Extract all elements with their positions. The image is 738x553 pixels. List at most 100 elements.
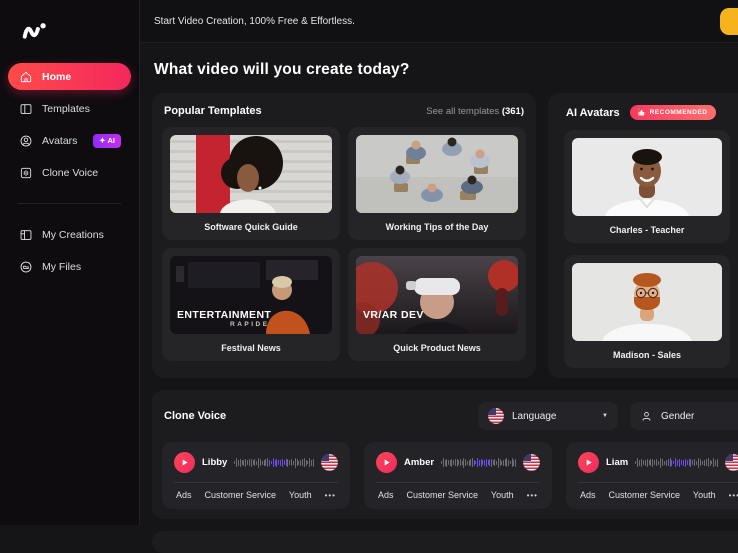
- recommended-badge: RECOMMENDED: [630, 105, 717, 120]
- popular-templates-panel: Popular Templates See all templates (361…: [152, 93, 536, 378]
- app-logo-icon: [0, 12, 139, 63]
- sidebar-item-label: My Creations: [42, 229, 104, 241]
- next-section-edge: [152, 531, 738, 553]
- voice-filters: Language ▼ Gender: [478, 402, 738, 430]
- voice-name: Amber: [404, 457, 434, 468]
- my-files-icon: [18, 259, 33, 274]
- play-button[interactable]: [376, 452, 397, 473]
- more-tags-button[interactable]: •••: [729, 491, 738, 500]
- template-card[interactable]: Working Tips of the Day: [348, 127, 526, 240]
- templates-icon: [18, 101, 33, 116]
- main-area: Start Video Creation, 100% Free & Effort…: [140, 0, 738, 525]
- voice-tag[interactable]: Youth: [289, 490, 312, 500]
- language-dropdown-label: Language: [512, 411, 557, 422]
- ai-avatars-title: AI Avatars: [566, 107, 620, 119]
- template-card[interactable]: VR/AR DEV Quick Product News: [348, 248, 526, 361]
- top-row: Popular Templates See all templates (361…: [152, 93, 738, 378]
- templates-grid: Software Quick Guide: [162, 127, 526, 361]
- waveform: [441, 456, 516, 470]
- template-caption: Festival News: [170, 334, 332, 356]
- ai-badge: ✦ AI: [93, 134, 121, 148]
- avatar-card[interactable]: Madison - Sales: [564, 255, 730, 368]
- app-window: Home Templates Avatars ✦ AI: [0, 0, 738, 525]
- topbar: Start Video Creation, 100% Free & Effort…: [140, 0, 738, 43]
- recommended-badge-label: RECOMMENDED: [650, 109, 708, 116]
- voice-tags: Ads Customer Service Youth •••: [376, 490, 540, 502]
- template-thumb-image: [170, 135, 332, 213]
- ai-badge-label: AI: [108, 136, 116, 145]
- voice-tag[interactable]: Ads: [176, 490, 192, 500]
- person-icon: [640, 410, 653, 423]
- template-card[interactable]: ENTERTAINMENT RAPIDE Festival News: [162, 248, 340, 361]
- clone-voice-panel: Clone Voice Language ▼ Gender: [152, 390, 738, 519]
- template-card[interactable]: Software Quick Guide: [162, 127, 340, 240]
- voice-tag[interactable]: Youth: [491, 490, 514, 500]
- template-caption: Working Tips of the Day: [356, 213, 518, 235]
- sidebar-item-my-creations[interactable]: My Creations: [8, 221, 131, 248]
- us-flag-icon: [725, 454, 738, 471]
- gender-dropdown[interactable]: Gender: [630, 402, 738, 430]
- voice-tag[interactable]: Customer Service: [608, 490, 680, 500]
- content: What video will you create today? Popula…: [140, 43, 738, 553]
- sidebar-item-clone-voice[interactable]: Clone Voice: [8, 159, 131, 186]
- chevron-down-icon: ▼: [602, 413, 608, 419]
- thumb-overlay-subtext: RAPIDE: [230, 321, 270, 328]
- voice-tag[interactable]: Ads: [378, 490, 394, 500]
- voice-tag[interactable]: Ads: [580, 490, 596, 500]
- voice-tag[interactable]: Customer Service: [406, 490, 478, 500]
- template-caption: Software Quick Guide: [170, 213, 332, 235]
- sidebar-item-home[interactable]: Home: [8, 63, 131, 90]
- play-button[interactable]: [174, 452, 195, 473]
- popular-templates-title: Popular Templates: [164, 105, 262, 117]
- template-thumb-image: ENTERTAINMENT RAPIDE: [170, 256, 332, 334]
- sidebar-item-label: Templates: [42, 103, 90, 115]
- cta-button[interactable]: [720, 8, 738, 35]
- avatar-caption: Charles - Teacher: [572, 216, 722, 238]
- us-flag-icon: [523, 454, 540, 471]
- voice-tags: Ads Customer Service Youth •••: [174, 490, 338, 502]
- voice-tag[interactable]: Customer Service: [204, 490, 276, 500]
- voice-name: Liam: [606, 457, 628, 468]
- see-all-label: See all templates: [426, 106, 499, 117]
- sidebar-item-templates[interactable]: Templates: [8, 95, 131, 122]
- voice-card: Liam Ads Customer Service Youth •••: [566, 442, 738, 509]
- tagline-text: Start Video Creation, 100% Free & Effort…: [154, 16, 355, 27]
- avatars-list: Charles - Teacher: [564, 130, 730, 368]
- templates-count: (361): [502, 106, 524, 117]
- voice-tag[interactable]: Youth: [693, 490, 716, 500]
- voice-card-top: Liam: [578, 452, 738, 473]
- see-all-templates-link[interactable]: See all templates (361): [426, 106, 524, 117]
- thumb-overlay-text: VR/AR DEV: [363, 309, 424, 321]
- template-thumb-image: VR/AR DEV: [356, 256, 518, 334]
- waveform: [635, 456, 718, 470]
- voice-cards-row: Libby Ads Customer Service Youth •••: [162, 442, 738, 509]
- more-tags-button[interactable]: •••: [527, 491, 538, 500]
- popular-templates-header: Popular Templates See all templates (361…: [162, 105, 526, 117]
- more-tags-button[interactable]: •••: [325, 491, 336, 500]
- divider: [174, 482, 338, 483]
- play-button[interactable]: [578, 452, 599, 473]
- sidebar-item-label: Home: [42, 71, 71, 83]
- voice-card-top: Amber: [376, 452, 540, 473]
- us-flag-icon: [488, 408, 504, 424]
- avatars-icon: [18, 133, 33, 148]
- sidebar-item-avatars[interactable]: Avatars ✦ AI: [8, 127, 131, 154]
- avatar-image: [572, 138, 722, 216]
- voice-tags: Ads Customer Service Youth •••: [578, 490, 738, 502]
- language-dropdown[interactable]: Language ▼: [478, 402, 618, 430]
- my-creations-icon: [18, 227, 33, 242]
- divider: [376, 482, 540, 483]
- us-flag-icon: [321, 454, 338, 471]
- waveform: [234, 456, 314, 470]
- avatar-card[interactable]: Charles - Teacher: [564, 130, 730, 243]
- sidebar: Home Templates Avatars ✦ AI: [0, 0, 140, 525]
- sidebar-item-my-files[interactable]: My Files: [8, 253, 131, 280]
- clone-voice-header: Clone Voice Language ▼ Gender: [162, 402, 738, 430]
- clone-voice-icon: [18, 165, 33, 180]
- home-icon: [18, 69, 33, 84]
- page-title: What video will you create today?: [154, 61, 738, 79]
- sparkle-icon: ✦: [99, 136, 105, 145]
- template-caption: Quick Product News: [356, 334, 518, 356]
- clone-voice-title: Clone Voice: [164, 410, 226, 422]
- voice-card: Amber Ads Customer Service Youth •••: [364, 442, 552, 509]
